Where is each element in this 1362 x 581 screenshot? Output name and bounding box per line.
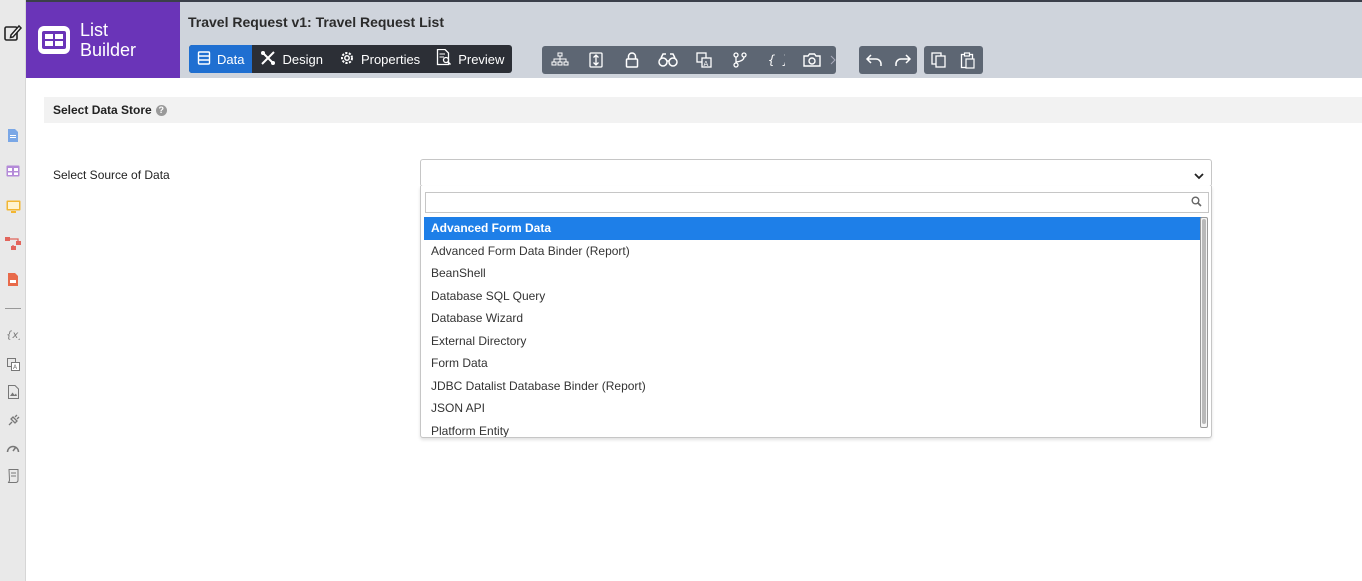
- edit-icon[interactable]: [2, 22, 24, 44]
- branch-icon[interactable]: [722, 46, 758, 74]
- svg-text:{ }: { }: [768, 53, 785, 67]
- performance-icon[interactable]: [5, 440, 21, 456]
- rail-divider: [5, 308, 21, 309]
- gear-icon: [339, 50, 355, 69]
- tab-data-label: Data: [217, 51, 245, 67]
- binoculars-icon[interactable]: [650, 46, 686, 74]
- list-builder-logo-icon: [38, 26, 70, 54]
- dropdown-search-input[interactable]: [425, 192, 1209, 213]
- section-title: Select Data Store: [53, 103, 152, 117]
- tab-design[interactable]: Design: [252, 45, 330, 73]
- option-database-wizard[interactable]: Database Wizard: [424, 307, 1202, 330]
- page-title: Travel Request v1: Travel Request List: [188, 14, 444, 30]
- braces-icon[interactable]: { }: [758, 46, 794, 74]
- brand-name: List Builder: [80, 20, 136, 60]
- tab-data[interactable]: Data: [189, 45, 253, 73]
- tab-preview-label: Preview: [458, 51, 505, 67]
- option-form-data[interactable]: Form Data: [424, 352, 1202, 375]
- paste-icon[interactable]: [954, 46, 984, 74]
- tab-preview[interactable]: Preview: [428, 45, 512, 73]
- tab-properties[interactable]: Properties: [331, 45, 428, 73]
- help-icon[interactable]: ?: [155, 104, 167, 116]
- tab-properties-label: Properties: [360, 51, 421, 67]
- tree-icon[interactable]: [542, 46, 578, 74]
- dropdown-scrollbar[interactable]: [1200, 217, 1208, 428]
- options-list: Advanced Form Data Advanced Form Data Bi…: [424, 217, 1202, 438]
- preview-icon: [436, 48, 452, 69]
- option-external-directory[interactable]: External Directory: [424, 330, 1202, 353]
- option-database-sql-query[interactable]: Database SQL Query: [424, 285, 1202, 308]
- log-icon[interactable]: [5, 468, 21, 484]
- brand-block[interactable]: List Builder: [26, 2, 180, 78]
- translate-icon[interactable]: A: [686, 46, 722, 74]
- copy-icon[interactable]: [924, 46, 954, 74]
- design-icon: [260, 50, 276, 69]
- lock-icon[interactable]: [614, 46, 650, 74]
- brand-name-line1: List: [80, 20, 109, 40]
- image-file-icon[interactable]: [5, 384, 21, 400]
- sort-icon[interactable]: [578, 46, 614, 74]
- chevron-right-icon[interactable]: [830, 46, 836, 74]
- camera-icon[interactable]: [794, 46, 830, 74]
- pdf-icon[interactable]: [5, 271, 21, 287]
- brand-name-line2: Builder: [80, 40, 137, 60]
- list-icon[interactable]: [5, 163, 21, 179]
- mode-tabs: Data Design Properties Preview: [189, 45, 513, 73]
- variable-icon[interactable]: {x}: [5, 326, 21, 342]
- search-icon: [1191, 196, 1202, 210]
- option-beanshell[interactable]: BeanShell: [424, 262, 1202, 285]
- userview-icon[interactable]: [5, 199, 21, 215]
- tools-toolbar: A { }: [542, 46, 836, 74]
- source-dropdown: Advanced Form Data Advanced Form Data Bi…: [420, 186, 1212, 438]
- chevron-down-icon: [1194, 169, 1204, 183]
- option-advanced-form-data-binder-report[interactable]: Advanced Form Data Binder (Report): [424, 240, 1202, 263]
- plugin-icon[interactable]: [5, 412, 21, 428]
- history-toolbar: [859, 46, 917, 74]
- option-jdbc-datalist-database-binder-report[interactable]: JDBC Datalist Database Binder (Report): [424, 375, 1202, 398]
- builder-header: List Builder Travel Request v1: Travel R…: [26, 0, 1362, 78]
- svg-text:A: A: [704, 60, 709, 68]
- option-json-api[interactable]: JSON API: [424, 397, 1202, 420]
- source-of-data-select[interactable]: [420, 159, 1212, 187]
- option-platform-entity[interactable]: Platform Entity: [424, 420, 1202, 438]
- tab-design-label: Design: [282, 51, 323, 67]
- process-icon[interactable]: [5, 235, 21, 251]
- left-rail: {x} A: [0, 0, 26, 581]
- clipboard-toolbar: [924, 46, 983, 74]
- source-of-data-label: Select Source of Data: [53, 168, 170, 182]
- option-advanced-form-data[interactable]: Advanced Form Data: [424, 217, 1202, 240]
- form-icon[interactable]: [5, 127, 21, 143]
- svg-text:{x}: {x}: [6, 330, 20, 340]
- redo-icon[interactable]: [888, 46, 917, 74]
- undo-icon[interactable]: [859, 46, 888, 74]
- data-icon: [197, 50, 211, 68]
- translate-icon[interactable]: A: [5, 356, 21, 372]
- section-header: Select Data Store ?: [44, 97, 1362, 123]
- scrollbar-thumb[interactable]: [1202, 219, 1206, 424]
